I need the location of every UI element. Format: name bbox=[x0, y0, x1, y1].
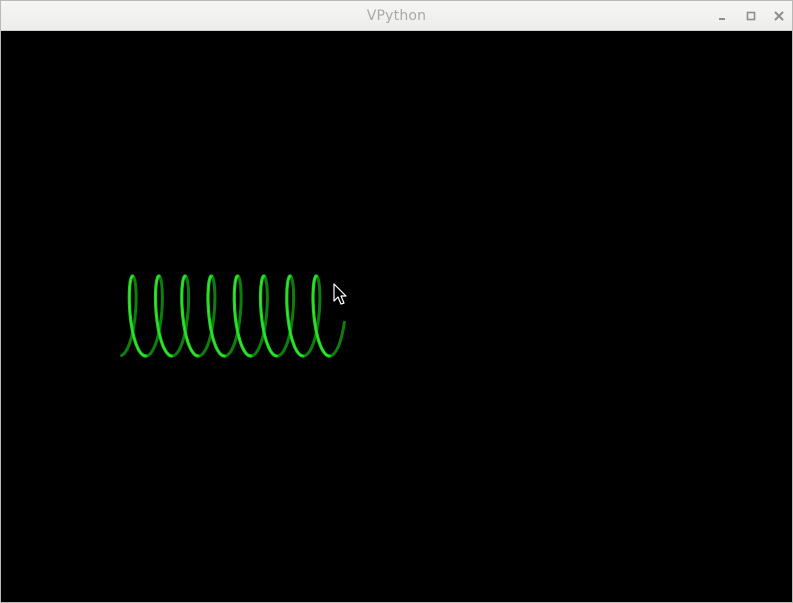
helix-spring[interactable] bbox=[120, 274, 346, 358]
close-button[interactable] bbox=[772, 9, 786, 23]
arrow-cursor-icon bbox=[333, 283, 347, 305]
helix-highlight bbox=[128, 275, 330, 357]
vpython-3d-canvas[interactable] bbox=[1, 31, 792, 602]
scene-svg bbox=[120, 274, 347, 358]
maximize-icon bbox=[746, 11, 756, 21]
window-title: VPython bbox=[366, 8, 427, 24]
maximize-button[interactable] bbox=[744, 9, 758, 23]
title-bar[interactable]: VPython bbox=[1, 1, 792, 31]
vpython-window: VPython bbox=[0, 0, 793, 603]
close-icon bbox=[774, 11, 784, 21]
minimize-icon bbox=[719, 18, 725, 20]
helix-front-strands bbox=[127, 274, 331, 358]
minimize-button[interactable] bbox=[715, 9, 729, 23]
